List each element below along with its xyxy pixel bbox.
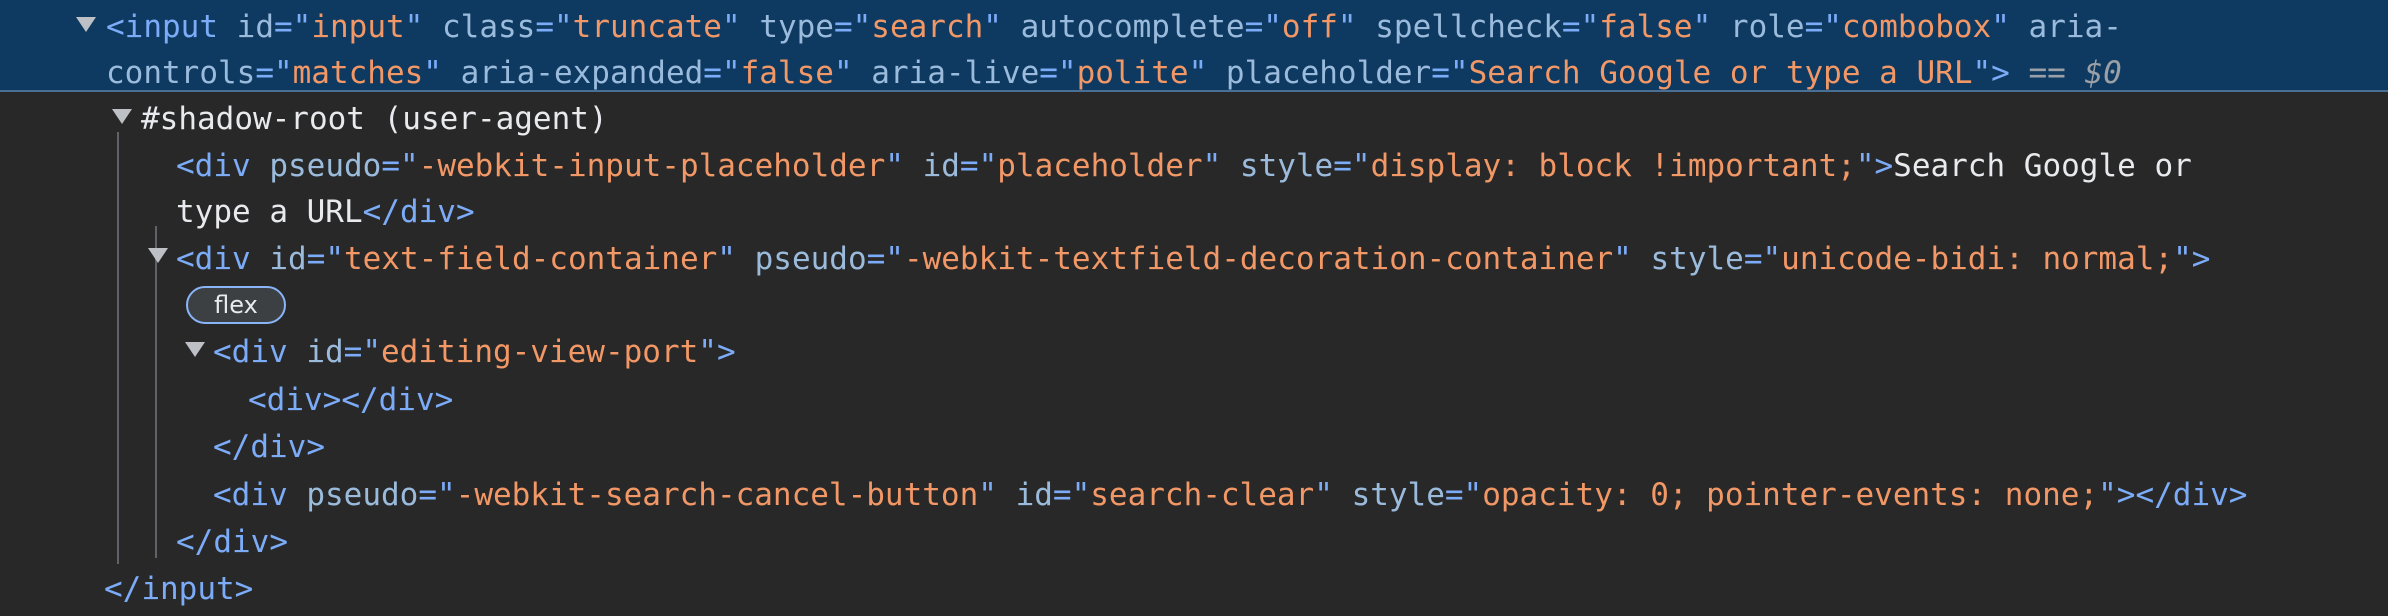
attr-value[interactable]: off [1282, 9, 1338, 45]
indent-guide [117, 132, 119, 564]
closing-tag: </div> [2135, 477, 2248, 513]
attr-name[interactable]: autocomplete [1021, 9, 1245, 45]
placeholder-div-node-cont[interactable]: type a URL</div> [176, 189, 475, 235]
shadow-root-label: #shadow-root (user-agent) [141, 101, 608, 137]
attr-value[interactable]: -webkit-search-cancel-button [456, 477, 979, 513]
attr-name[interactable]: style [1651, 241, 1744, 277]
elements-tree: <input id="input" class="truncate" type=… [0, 0, 2388, 616]
tag-name: div [194, 241, 251, 277]
attr-value[interactable]: -webkit-input-placeholder [419, 148, 886, 184]
closing-tag-node[interactable]: </div> [176, 519, 288, 565]
tag-name: div [194, 148, 251, 184]
expand-triangle-icon[interactable] [148, 248, 168, 263]
closing-tag-node[interactable]: </input> [104, 566, 253, 612]
attr-value[interactable]: matches [293, 55, 424, 91]
eq-marker: == [2009, 55, 2085, 91]
empty-div-tag: <div></div> [248, 382, 454, 418]
attr-name[interactable]: pseudo [306, 477, 418, 513]
tag-name: div [231, 477, 288, 513]
attr-value[interactable]: search [871, 9, 983, 45]
closing-tag: </div> [176, 524, 288, 560]
attr-name[interactable]: type [759, 9, 834, 45]
expand-triangle-icon[interactable] [112, 109, 132, 124]
attr-name[interactable]: id [1016, 477, 1053, 513]
closing-tag: </div> [362, 194, 475, 230]
attr-name[interactable]: aria-expanded [461, 55, 704, 91]
attr-name[interactable]: id [237, 9, 274, 45]
placeholder-div-node[interactable]: <div pseudo="-webkit-input-placeholder" … [176, 143, 2192, 189]
expand-triangle-icon[interactable] [185, 342, 205, 357]
attr-name[interactable]: class [442, 9, 535, 45]
input-node-line-2[interactable]: controls="matches" aria-expanded="false"… [106, 50, 2122, 96]
attr-value[interactable]: false [1599, 9, 1692, 45]
attr-value[interactable]: Search Google or type a URL [1469, 55, 1973, 91]
closing-tag: </div> [213, 429, 325, 465]
attr-value[interactable]: false [741, 55, 834, 91]
tag-name: input [124, 9, 218, 45]
search-clear-node[interactable]: <div pseudo="-webkit-search-cancel-butto… [213, 472, 2247, 518]
attr-value[interactable]: polite [1077, 55, 1189, 91]
tag-open-bracket: < [106, 9, 125, 45]
attr-name[interactable]: pseudo [269, 148, 381, 184]
attr-name[interactable]: aria-live [871, 55, 1039, 91]
attr-value[interactable]: truncate [573, 9, 722, 45]
tag-close-bracket: > [1991, 55, 2010, 91]
attr-name-wrapped-end[interactable]: controls [106, 55, 255, 91]
empty-div-node[interactable]: <div></div> [248, 377, 453, 423]
attr-value[interactable]: display: block !important; [1371, 148, 1856, 184]
console-ref: $0 [2084, 55, 2122, 91]
attr-name[interactable]: spellcheck [1375, 9, 1562, 45]
closing-tag: </input> [104, 571, 254, 607]
attr-value[interactable]: combobox [1842, 9, 1991, 45]
attr-name-wrapped-start[interactable]: aria- [2029, 9, 2122, 45]
attr-name[interactable]: id [923, 148, 960, 184]
text-node[interactable]: type a URL [176, 194, 363, 230]
editing-view-port-node[interactable]: <div id="editing-view-port"> [213, 329, 736, 375]
indent-guide [155, 226, 157, 558]
shadow-root-node[interactable]: #shadow-root (user-agent) [141, 96, 608, 142]
attr-value[interactable]: placeholder [997, 148, 1202, 184]
attr-name[interactable]: pseudo [755, 241, 867, 277]
attr-value[interactable]: unicode-bidi: normal; [1781, 241, 2173, 277]
expand-triangle-icon[interactable] [76, 17, 96, 32]
attr-name[interactable]: role [1730, 9, 1805, 45]
input-node-line-1[interactable]: <input id="input" class="truncate" type=… [106, 4, 2122, 50]
flex-badge[interactable]: flex [186, 286, 286, 324]
attr-value[interactable]: editing-view-port [381, 334, 698, 370]
attr-value[interactable]: -webkit-textfield-decoration-container [904, 241, 1613, 277]
attr-name[interactable]: style [1240, 148, 1333, 184]
closing-tag-node[interactable]: </div> [213, 424, 325, 470]
text-node[interactable]: Search Google or [1893, 148, 2192, 184]
attr-value[interactable]: text-field-container [344, 241, 717, 277]
attr-value[interactable]: opacity: 0; pointer-events: none; [1482, 477, 2098, 513]
text-field-container-node[interactable]: <div id="text-field-container" pseudo="-… [176, 236, 2210, 282]
attr-value[interactable]: input [311, 9, 404, 45]
attr-value[interactable]: search-clear [1090, 477, 1314, 513]
attr-name[interactable]: id [306, 334, 343, 370]
attr-name[interactable]: id [269, 241, 306, 277]
attr-name[interactable]: placeholder [1226, 55, 1431, 91]
tag-name: div [231, 334, 288, 370]
attr-name[interactable]: style [1352, 477, 1445, 513]
